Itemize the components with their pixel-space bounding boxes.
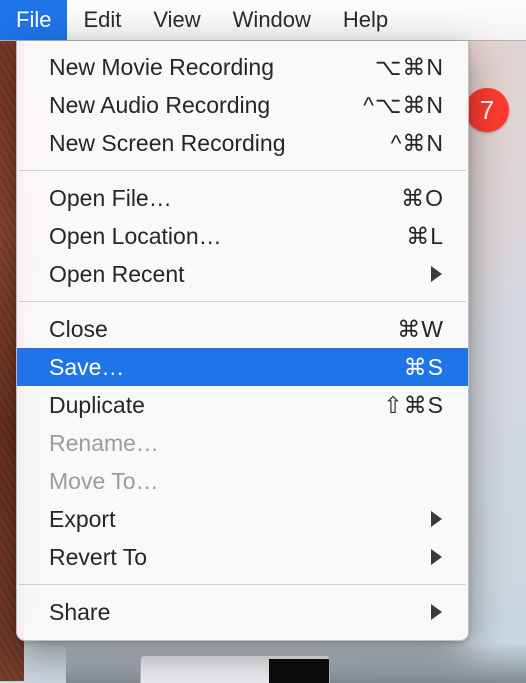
menu-item-label: Export [49, 506, 431, 533]
menubar-label: Edit [83, 7, 121, 33]
menu-item-move-to: Move To… [17, 462, 468, 500]
menu-item-new-movie-recording[interactable]: New Movie Recording ⌥⌘N [17, 48, 468, 86]
menu-item-label: New Movie Recording [49, 54, 354, 81]
submenu-arrow-icon [431, 266, 442, 282]
menu-item-label: Share [49, 599, 431, 626]
menubar: File Edit View Window Help [0, 0, 526, 41]
menu-item-label: Open File… [49, 185, 354, 212]
menu-item-shortcut: ⇧⌘S [354, 392, 444, 419]
menu-item-save[interactable]: Save… ⌘S [17, 348, 468, 386]
menu-item-label: Close [49, 316, 354, 343]
file-menu-dropdown: New Movie Recording ⌥⌘N New Audio Record… [16, 41, 469, 641]
menu-item-shortcut: ⌘S [354, 354, 444, 381]
menu-separator [19, 301, 466, 302]
menubar-item-help[interactable]: Help [327, 0, 404, 40]
menu-item-label: New Screen Recording [49, 130, 354, 157]
menu-item-new-screen-recording[interactable]: New Screen Recording ^⌘N [17, 124, 468, 162]
menu-item-label: Rename… [49, 430, 444, 457]
submenu-arrow-icon [431, 511, 442, 527]
menubar-label: Window [233, 7, 311, 33]
menu-item-open-file[interactable]: Open File… ⌘O [17, 179, 468, 217]
menu-item-shortcut: ⌘W [354, 316, 444, 343]
menu-item-label: Open Location… [49, 223, 354, 250]
menubar-item-file[interactable]: File [0, 0, 67, 40]
menu-item-label: Revert To [49, 544, 431, 571]
menu-separator [19, 584, 466, 585]
menu-separator [19, 170, 466, 171]
menubar-item-view[interactable]: View [137, 0, 216, 40]
menu-item-label: Open Recent [49, 261, 431, 288]
menu-item-rename: Rename… [17, 424, 468, 462]
notification-badge: 7 [465, 88, 509, 132]
menubar-label: Help [343, 7, 388, 33]
menubar-item-window[interactable]: Window [217, 0, 327, 40]
menu-item-label: Move To… [49, 468, 444, 495]
menu-item-close[interactable]: Close ⌘W [17, 310, 468, 348]
notification-badge-count: 7 [480, 95, 494, 126]
menu-item-shortcut: ⌘O [354, 185, 444, 212]
menubar-label: View [153, 7, 200, 33]
menu-item-shortcut: ^⌘N [354, 130, 444, 157]
menu-item-duplicate[interactable]: Duplicate ⇧⌘S [17, 386, 468, 424]
menu-item-shortcut: ⌘L [354, 223, 444, 250]
menu-item-revert-to[interactable]: Revert To [17, 538, 468, 576]
menu-item-open-location[interactable]: Open Location… ⌘L [17, 217, 468, 255]
background-window [140, 655, 330, 683]
menu-item-label: New Audio Recording [49, 92, 354, 119]
menubar-label: File [16, 7, 51, 33]
menubar-item-edit[interactable]: Edit [67, 0, 137, 40]
menu-item-share[interactable]: Share [17, 593, 468, 631]
menu-item-label: Save… [49, 354, 354, 381]
menu-item-new-audio-recording[interactable]: New Audio Recording ^⌥⌘N [17, 86, 468, 124]
menu-item-open-recent[interactable]: Open Recent [17, 255, 468, 293]
menu-item-shortcut: ^⌥⌘N [354, 92, 444, 119]
submenu-arrow-icon [431, 549, 442, 565]
menu-item-label: Duplicate [49, 392, 354, 419]
submenu-arrow-icon [431, 604, 442, 620]
menu-item-export[interactable]: Export [17, 500, 468, 538]
menu-item-shortcut: ⌥⌘N [354, 54, 444, 81]
